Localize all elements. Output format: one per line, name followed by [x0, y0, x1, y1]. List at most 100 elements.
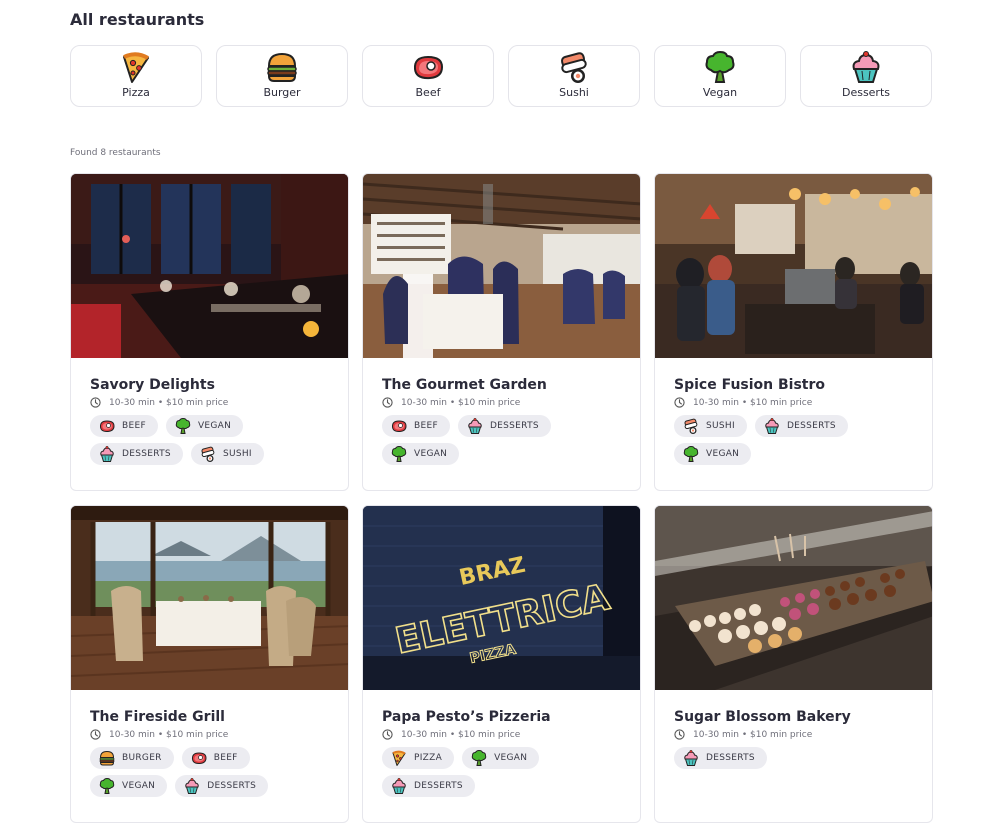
tag-label: DESSERTS — [786, 421, 836, 431]
category-vegan[interactable]: Vegan — [654, 45, 786, 107]
tag-beef[interactable]: BEEF — [382, 415, 450, 437]
tag-label: BEEF — [122, 421, 146, 431]
category-beef[interactable]: Beef — [362, 45, 494, 107]
delivery-info: 10-30 min • $10 min price — [382, 729, 640, 740]
restaurant-photo: BRAZ ELETTRICA PIZZA — [363, 506, 640, 690]
vegan-icon — [98, 777, 116, 795]
tag-vegan[interactable]: VEGAN — [462, 747, 540, 769]
sushi-icon — [199, 445, 217, 463]
tag-list: BEEF VEGAN DESSERTS SUSHI — [90, 415, 330, 465]
delivery-text: 10-30 min • $10 min price — [109, 397, 229, 408]
tag-desserts[interactable]: DESSERTS — [754, 415, 848, 437]
delivery-text: 10-30 min • $10 min price — [401, 397, 521, 408]
tag-label: DESSERTS — [489, 421, 539, 431]
tag-vegan[interactable]: VEGAN — [674, 443, 752, 465]
tag-desserts[interactable]: DESSERTS — [674, 747, 767, 769]
tag-beef[interactable]: BEEF — [90, 415, 158, 437]
restaurant-card[interactable]: Spice Fusion Bistro 10-30 min • $10 min … — [654, 173, 933, 491]
tag-list: DESSERTS — [674, 747, 914, 769]
category-pizza[interactable]: Pizza — [70, 45, 202, 107]
tag-pizza[interactable]: PIZZA — [382, 747, 455, 769]
tag-sushi[interactable]: SUSHI — [674, 415, 747, 437]
clock-icon — [674, 729, 685, 740]
tag-label: PIZZA — [414, 753, 443, 763]
sushi-icon — [682, 417, 700, 435]
desserts-icon — [183, 777, 201, 795]
tag-vegan[interactable]: VEGAN — [382, 443, 460, 465]
restaurant-name: Sugar Blossom Bakery — [674, 709, 851, 725]
tag-beef[interactable]: BEEF — [181, 747, 250, 769]
tag-label: VEGAN — [706, 449, 740, 459]
category-sushi[interactable]: Sushi — [508, 45, 640, 107]
restaurant-card[interactable]: Sugar Blossom Bakery 10-30 min • $10 min… — [654, 505, 933, 823]
tag-desserts[interactable]: DESSERTS — [175, 775, 269, 797]
tag-desserts[interactable]: DESSERTS — [382, 775, 475, 797]
tag-label: BEEF — [213, 753, 238, 763]
restaurant-photo — [655, 506, 932, 690]
tag-label: VEGAN — [122, 781, 156, 791]
tag-vegan[interactable]: VEGAN — [90, 775, 168, 797]
tag-list: BURGER BEEF VEGAN DESSERTS — [90, 747, 330, 797]
restaurant-card[interactable]: BRAZ ELETTRICA PIZZA Papa Pesto’s Pizzer… — [362, 505, 641, 823]
tag-label: BURGER — [122, 753, 162, 763]
vegan-icon — [702, 49, 738, 85]
restaurant-card[interactable]: Savory Delights 10-30 min • $10 min pric… — [70, 173, 349, 491]
category-desserts[interactable]: Desserts — [800, 45, 932, 107]
restaurant-photo — [655, 174, 932, 358]
desserts-icon — [848, 49, 884, 85]
pizza-icon — [390, 749, 408, 767]
tag-list: BEEF DESSERTS VEGAN — [382, 415, 622, 465]
tag-label: VEGAN — [494, 753, 528, 763]
beef-icon — [98, 417, 116, 435]
restaurant-card[interactable]: The Gourmet Garden 10-30 min • $10 min p… — [362, 173, 641, 491]
vegan-icon — [390, 445, 408, 463]
category-burger[interactable]: Burger — [216, 45, 348, 107]
tag-list: PIZZA VEGAN DESSERTS — [382, 747, 622, 797]
tag-burger[interactable]: BURGER — [90, 747, 174, 769]
tag-label: VEGAN — [197, 421, 232, 431]
tag-label: DESSERTS — [207, 781, 257, 791]
clock-icon — [674, 397, 685, 408]
category-filter-bar: Pizza Burger Beef Sushi Vegan Desserts — [70, 45, 932, 107]
restaurant-name: Spice Fusion Bistro — [674, 377, 826, 393]
results-count: Found 8 restaurants — [70, 148, 161, 158]
restaurant-card[interactable]: The Fireside Grill 10-30 min • $10 min p… — [70, 505, 349, 823]
category-label: Burger — [263, 86, 301, 99]
burger-icon — [264, 49, 300, 85]
tag-vegan[interactable]: VEGAN — [165, 415, 244, 437]
restaurant-photo — [71, 174, 348, 358]
desserts-icon — [466, 417, 484, 435]
restaurant-grid: Savory Delights 10-30 min • $10 min pric… — [70, 173, 933, 823]
vegan-icon — [470, 749, 488, 767]
beef-icon — [190, 749, 208, 767]
clock-icon — [90, 729, 101, 740]
tag-label: SUSHI — [222, 449, 252, 459]
clock-icon — [382, 397, 393, 408]
tag-label: SUSHI — [706, 421, 735, 431]
tag-label: DESSERTS — [414, 781, 463, 791]
desserts-icon — [763, 417, 781, 435]
tag-list: SUSHI DESSERTS VEGAN — [674, 415, 914, 465]
delivery-info: 10-30 min • $10 min price — [674, 397, 932, 408]
delivery-info: 10-30 min • $10 min price — [382, 397, 640, 408]
category-label: Beef — [415, 86, 441, 99]
restaurant-name: The Gourmet Garden — [382, 377, 547, 393]
sushi-icon — [556, 49, 592, 85]
pizza-icon — [118, 49, 154, 85]
tag-desserts[interactable]: DESSERTS — [90, 443, 183, 465]
desserts-icon — [98, 445, 116, 463]
restaurant-photo — [363, 174, 640, 358]
burger-icon — [98, 749, 116, 767]
vegan-icon — [174, 417, 192, 435]
tag-label: BEEF — [414, 421, 438, 431]
restaurant-name: Papa Pesto’s Pizzeria — [382, 709, 551, 725]
tag-desserts[interactable]: DESSERTS — [457, 415, 551, 437]
vegan-icon — [682, 445, 700, 463]
desserts-icon — [390, 777, 408, 795]
desserts-icon — [682, 749, 700, 767]
category-label: Pizza — [122, 86, 150, 99]
restaurant-name: Savory Delights — [90, 377, 215, 393]
tag-sushi[interactable]: SUSHI — [190, 443, 264, 465]
restaurant-photo — [71, 506, 348, 690]
delivery-text: 10-30 min • $10 min price — [693, 729, 813, 740]
